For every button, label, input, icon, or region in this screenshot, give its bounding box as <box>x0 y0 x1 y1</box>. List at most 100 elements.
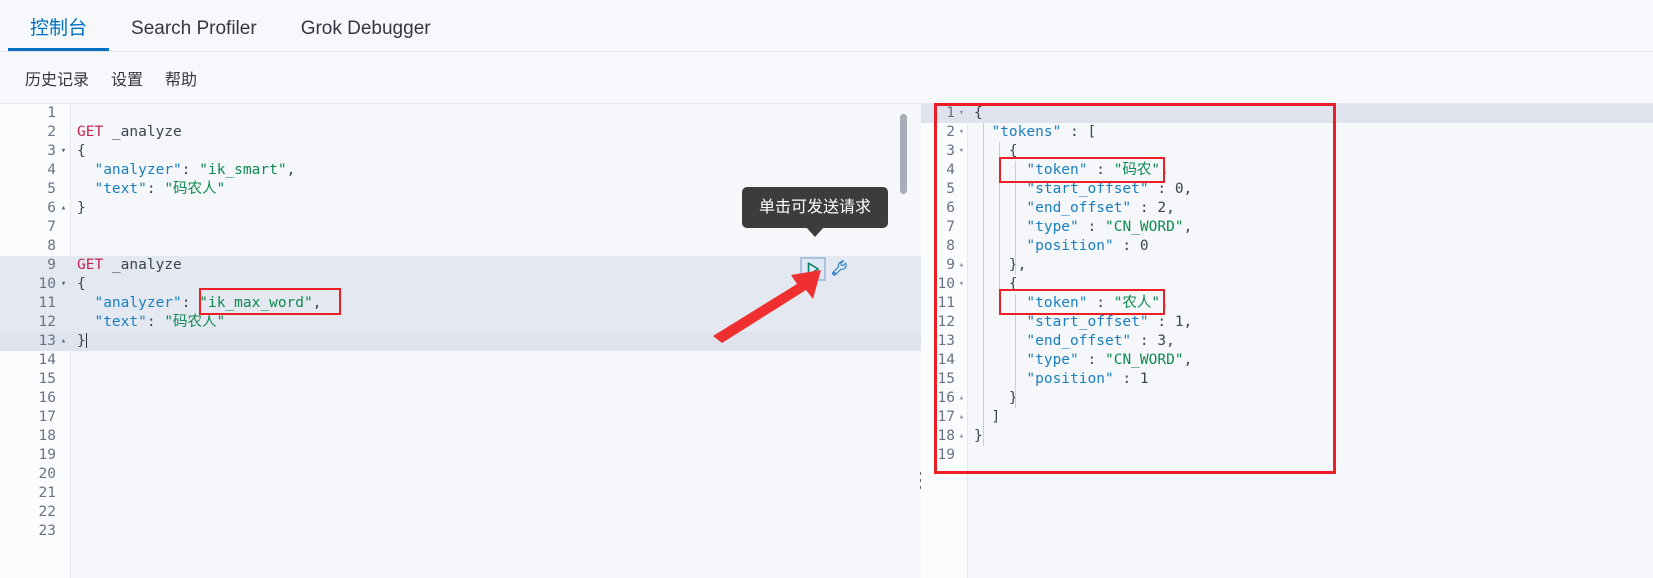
code-text: }, <box>968 256 1653 275</box>
code-line[interactable]: 2 GET _analyze <box>0 123 921 142</box>
code-token: "ik_smart" <box>199 162 287 178</box>
code-token: "end_offset" <box>1026 200 1132 216</box>
fold-toggle-icon[interactable]: ▾ <box>955 275 968 294</box>
fold-toggle-icon[interactable]: ▾ <box>955 123 968 142</box>
tab-search-profiler-label: Search Profiler <box>131 18 257 39</box>
code-text: { <box>71 142 921 161</box>
run-request-button[interactable] <box>800 257 826 281</box>
fold-toggle-icon[interactable]: ▴ <box>955 256 968 275</box>
request-editor-pane[interactable]: 1 2 GET _analyze 3 ▾{4 "analyzer": "ik_smart… <box>0 104 921 578</box>
code-line[interactable]: 18 <box>0 427 921 446</box>
code-line[interactable]: 9 GET _analyze <box>0 256 921 275</box>
code-line[interactable]: 22 <box>0 503 921 522</box>
code-text: ] <box>968 408 1653 427</box>
code-line[interactable]: 4 "analyzer": "ik_smart", <box>0 161 921 180</box>
code-line[interactable]: 3 ▾ { <box>0 142 921 161</box>
code-line[interactable]: 9 ▴ }, <box>921 256 1653 275</box>
response-output-pane[interactable]: 1 ▾ {2 ▾ "tokens" : [3 ▾ {4 "token" : "码农", 5… <box>921 104 1653 578</box>
code-line[interactable]: 18 ▴} <box>921 427 1653 446</box>
code-line[interactable]: 8 "position" : 0 <box>921 237 1653 256</box>
code-line[interactable]: 13 ▴} <box>0 332 921 351</box>
fold-toggle-icon[interactable]: ▾ <box>955 142 968 161</box>
fold-toggle-icon[interactable]: ▴ <box>56 332 71 351</box>
fold-toggle-icon[interactable]: ▾ <box>56 142 71 161</box>
menu-item-history[interactable]: 历史记录 <box>14 66 100 90</box>
fold-toggle-icon[interactable]: ▴ <box>955 427 968 446</box>
code-token: "type" <box>1026 219 1079 235</box>
code-line[interactable]: 16 <box>0 389 921 408</box>
fold-toggle-icon[interactable]: ▴ <box>56 199 71 218</box>
code-line[interactable]: 14 <box>0 351 921 370</box>
code-line[interactable]: 23 <box>0 522 921 541</box>
code-line[interactable]: 13 "end_offset" : 3, <box>921 332 1653 351</box>
code-line[interactable]: 10 ▾ { <box>0 275 921 294</box>
code-line[interactable]: 19 <box>0 446 921 465</box>
code-line[interactable]: 11 "token" : "农人", <box>921 294 1653 313</box>
code-line[interactable]: 1 ▾ { <box>921 104 1653 123</box>
code-line[interactable]: 15 "position" : 1 <box>921 370 1653 389</box>
code-line[interactable]: 12 "start_offset" : 1, <box>921 313 1653 332</box>
fold-toggle-icon[interactable]: ▴ <box>955 389 968 408</box>
code-line[interactable]: 17 <box>0 408 921 427</box>
code-line[interactable]: 12 "text": "码农人" <box>0 313 921 332</box>
code-line[interactable]: 5 "start_offset" : 0, <box>921 180 1653 199</box>
code-line[interactable]: 2 ▾ "tokens" : [ <box>921 123 1653 142</box>
code-token: , <box>1183 314 1193 330</box>
tab-search-profiler[interactable]: Search Profiler <box>109 19 279 51</box>
line-number: 14 <box>38 352 56 368</box>
code-token: : <box>146 314 165 330</box>
code-token: "position" <box>1026 238 1114 254</box>
code-line[interactable]: 6 "end_offset" : 2, <box>921 199 1653 218</box>
code-token: _analyze <box>103 124 182 140</box>
code-token: } <box>77 333 86 349</box>
code-token: 1 <box>1174 314 1184 330</box>
line-number: 12 <box>937 314 955 330</box>
code-text: } <box>71 332 921 351</box>
editor-vertical-scrollbar[interactable] <box>900 114 907 194</box>
code-line[interactable]: 11 "analyzer": "ik_max_word", <box>0 294 921 313</box>
editor-code-area[interactable]: 1 2 GET _analyze 3 ▾{4 "analyzer": "ik_smart… <box>0 104 921 541</box>
menu-item-help[interactable]: 帮助 <box>154 66 208 90</box>
code-line[interactable]: 10 ▾ { <box>921 275 1653 294</box>
code-line[interactable]: 21 <box>0 484 921 503</box>
code-token: "text" <box>94 314 147 330</box>
tab-grok-debugger[interactable]: Grok Debugger <box>279 19 453 51</box>
run-controls <box>800 257 850 281</box>
code-token: : <box>1131 200 1158 216</box>
code-line[interactable]: 1 <box>0 104 921 123</box>
indent-guide <box>1015 161 1016 275</box>
code-token: "ik_max_word" <box>199 295 313 311</box>
tab-console[interactable]: 控制台 <box>8 19 109 51</box>
line-number: 7 <box>47 219 56 235</box>
code-line[interactable]: 20 <box>0 465 921 484</box>
code-line[interactable]: 15 <box>0 370 921 389</box>
code-line[interactable]: 4 "token" : "码农", <box>921 161 1653 180</box>
code-line[interactable]: 3 ▾ { <box>921 142 1653 161</box>
code-line[interactable]: 17 ▴ ] <box>921 408 1653 427</box>
code-line[interactable]: 7 "type" : "CN_WORD", <box>921 218 1653 237</box>
code-line[interactable]: 8 <box>0 237 921 256</box>
fold-toggle-icon[interactable]: ▴ <box>955 408 968 427</box>
code-line[interactable]: 16 ▴ } <box>921 389 1653 408</box>
code-token: { <box>974 105 983 121</box>
fold-toggle-icon[interactable]: ▾ <box>56 275 71 294</box>
menu-item-settings[interactable]: 设置 <box>100 66 154 90</box>
line-number: 10 <box>38 276 56 292</box>
wrench-icon[interactable] <box>830 259 850 279</box>
code-line[interactable]: 19 <box>921 446 1653 465</box>
code-token: "start_offset" <box>1026 314 1149 330</box>
code-line[interactable]: 14 "type" : "CN_WORD", <box>921 351 1653 370</box>
fold-toggle-icon[interactable]: ▾ <box>955 104 968 123</box>
